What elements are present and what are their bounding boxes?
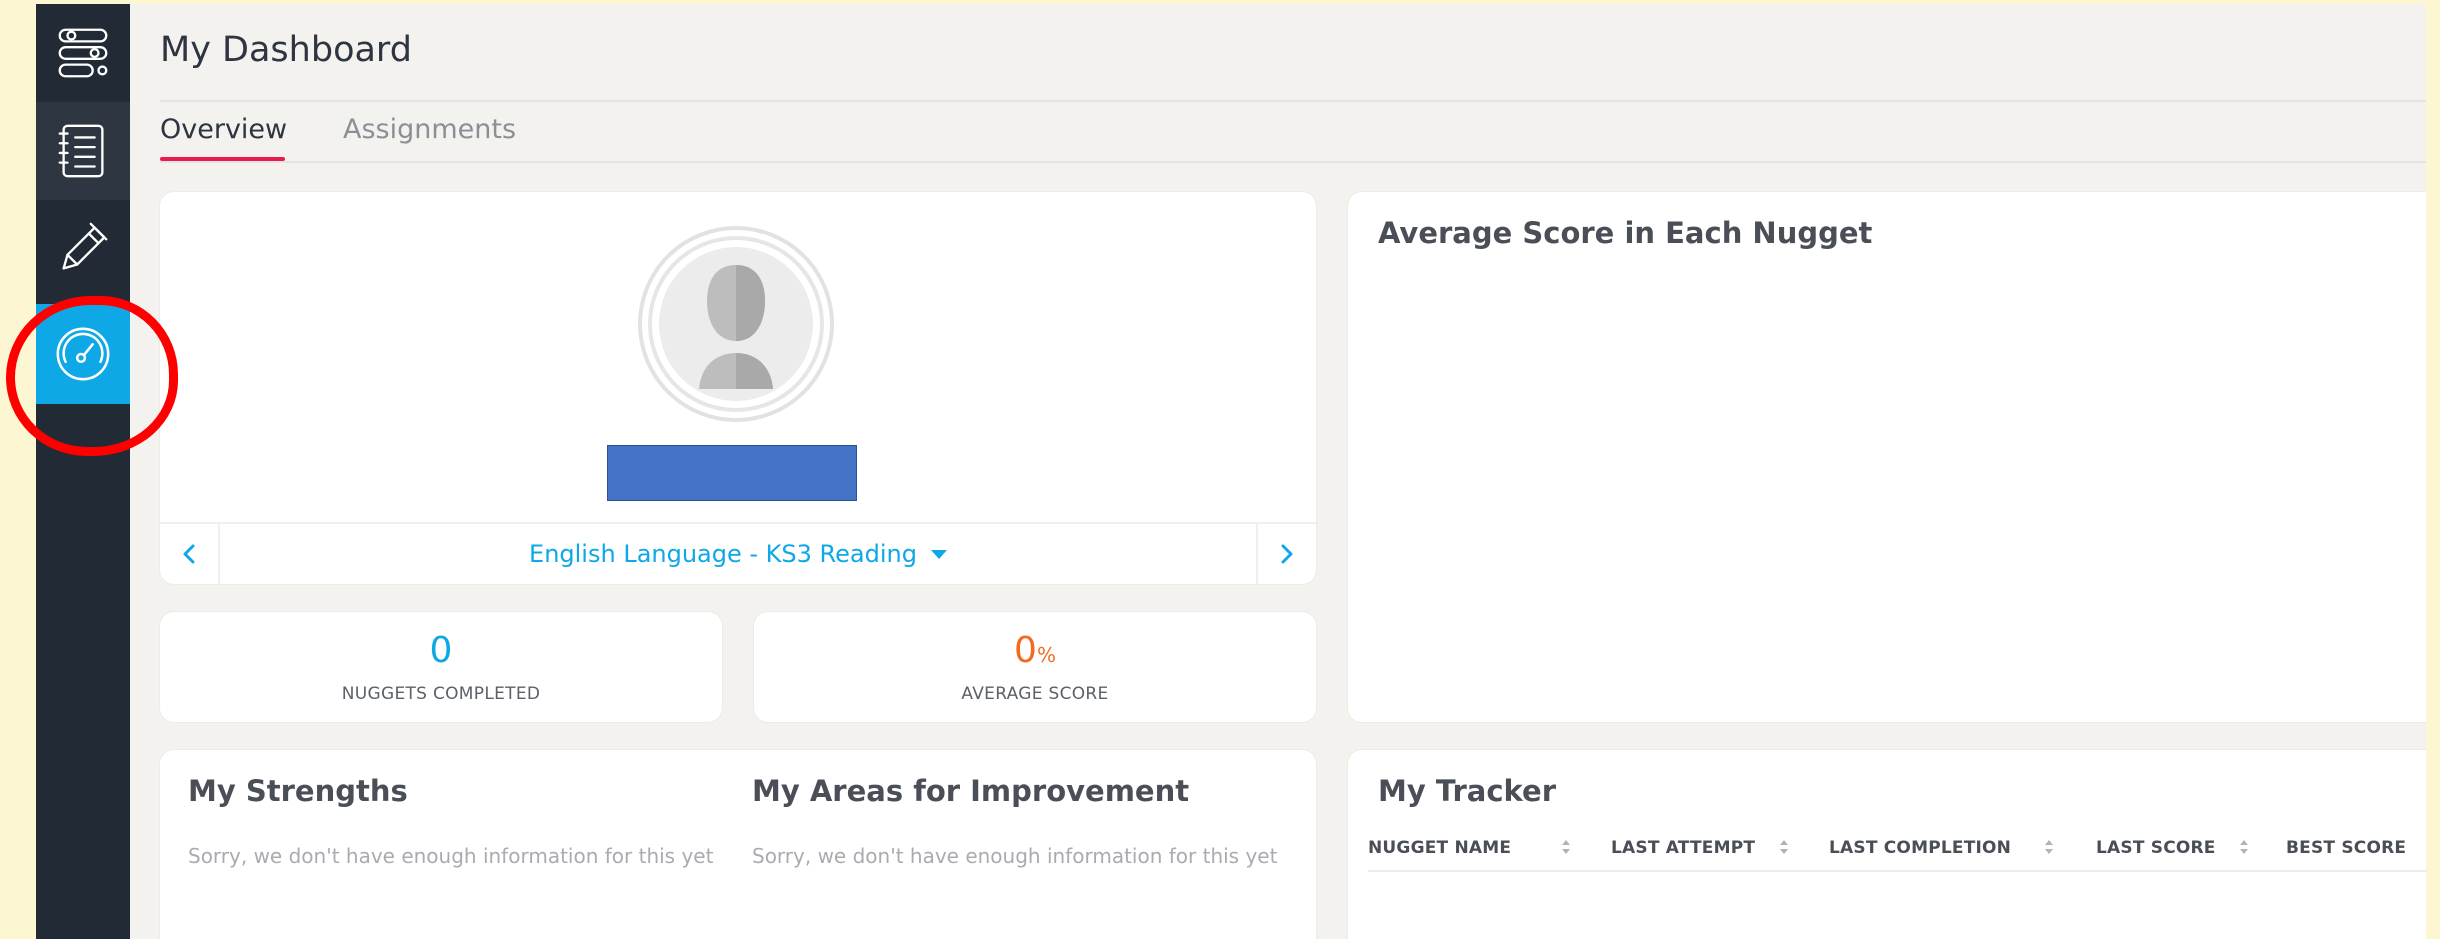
average-score-number: 0 [1014,630,1037,671]
chevron-right-icon [1281,544,1293,564]
header-divider [160,100,2426,102]
nuggets-completed-label: NUGGETS COMPLETED [341,684,541,704]
sidebar [36,4,130,939]
subject-dropdown[interactable]: English Language - KS3 Reading [220,524,1256,584]
tracker-table-header: NUGGET NAME LAST ATTEMPT LAST COMPLETION… [1368,830,2426,872]
column-last-score[interactable]: LAST SCORE [2096,838,2216,858]
improvement-title: My Areas for Improvement [752,774,1190,808]
average-score-nugget-card: Average Score in Each Nugget [1348,192,2426,722]
checklist-icon [58,124,104,178]
sidebar-item-dashboard[interactable] [36,304,130,404]
nuggets-completed-card: 0 NUGGETS COMPLETED [160,612,722,722]
caret-down-icon [930,549,947,559]
average-score-nugget-title: Average Score in Each Nugget [1378,216,1873,250]
page-title: My Dashboard [160,30,412,70]
chevron-left-icon [183,544,195,564]
sort-icon[interactable] [1561,838,1571,856]
avatar [637,225,835,423]
average-score-value: 0% [754,630,1316,671]
column-last-attempt[interactable]: LAST ATTEMPT [1611,838,1755,858]
pathway-icon [58,28,108,78]
strengths-empty-message: Sorry, we don't have enough information … [188,844,714,868]
sidebar-item-pencil[interactable] [36,200,130,298]
sort-icon[interactable] [2239,838,2249,856]
previous-subject-button[interactable] [160,524,220,584]
tab-assignments[interactable]: Assignments [343,114,516,145]
strengths-title: My Strengths [188,774,408,808]
column-nugget-name[interactable]: NUGGET NAME [1368,838,1511,858]
frame-border-left [0,0,36,939]
dashboard-gauge-icon [56,327,110,381]
column-last-completion[interactable]: LAST COMPLETION [1829,838,2011,858]
column-best-score[interactable]: BEST SCORE [2286,838,2406,858]
sidebar-item-pathway[interactable] [36,4,130,102]
tracker-card: My Tracker NUGGET NAME LAST ATTEMPT LAST… [1348,750,2426,939]
pencil-icon [62,222,108,270]
main-content: My Dashboard Overview Assignments Englis… [130,4,2426,939]
sort-icon[interactable] [2044,838,2054,856]
subject-dropdown-label: English Language - KS3 Reading [529,540,917,568]
average-score-card: 0% AVERAGE SCORE [754,612,1316,722]
nuggets-completed-value: 0 [429,630,453,671]
student-name-redacted [607,445,857,501]
profile-card: English Language - KS3 Reading [160,192,1316,584]
average-score-label: AVERAGE SCORE [961,684,1109,704]
subject-selector: English Language - KS3 Reading [160,522,1316,584]
tracker-title: My Tracker [1378,774,1556,808]
strengths-improvement-card: My Strengths Sorry, we don't have enough… [160,750,1316,939]
avatar-placeholder-icon [638,226,834,422]
tabs-divider [160,161,2426,163]
average-score-unit: % [1036,643,1056,667]
sort-icon[interactable] [1779,838,1789,856]
improvement-empty-message: Sorry, we don't have enough information … [752,844,1278,868]
tab-overview[interactable]: Overview [160,114,287,145]
frame-border-right [2426,0,2440,939]
next-subject-button[interactable] [1256,524,1316,584]
sidebar-item-checklist[interactable] [36,102,130,200]
